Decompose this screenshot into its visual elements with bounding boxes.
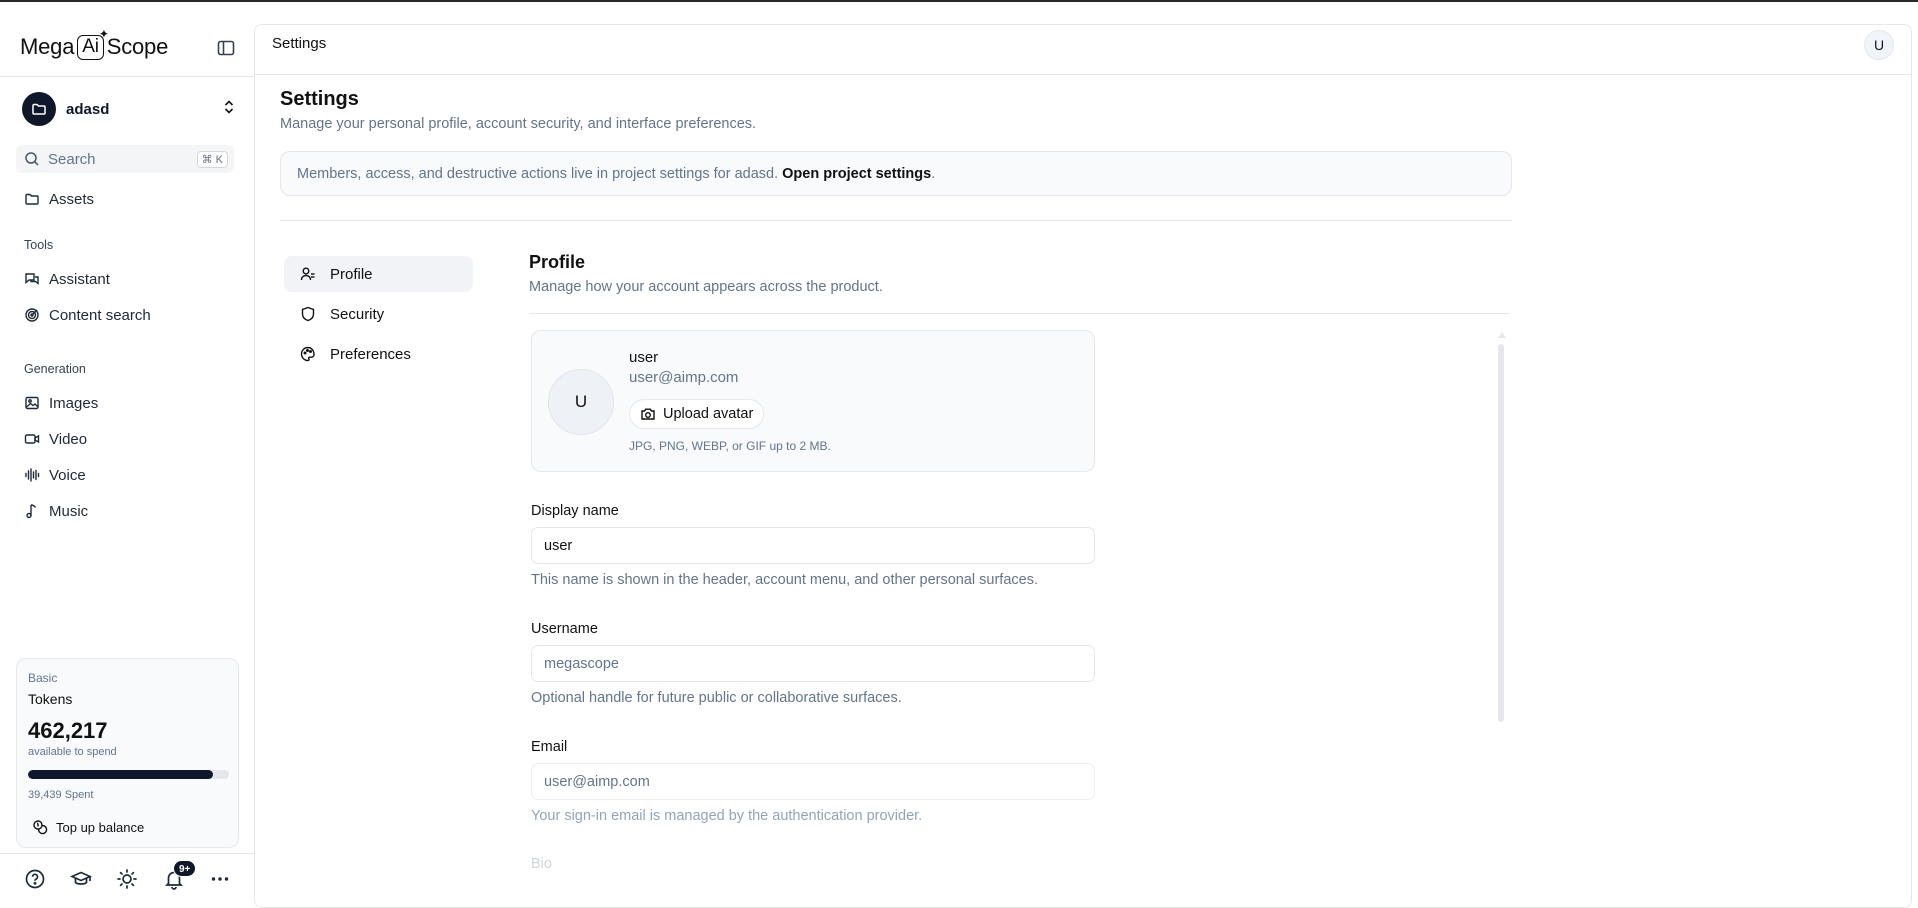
coins-icon [33, 820, 48, 835]
section-subtitle: Manage how your account appears across t… [529, 279, 883, 295]
tab-label: Preferences [330, 345, 411, 363]
sidebar-item-assistant[interactable]: Assistant [24, 267, 110, 291]
project-settings-banner: Members, access, and destructive actions… [280, 151, 1512, 196]
email-label: Email [531, 739, 568, 755]
scrollbar[interactable] [1498, 344, 1504, 722]
content-divider [280, 220, 1512, 221]
tab-preferences[interactable]: Preferences [284, 336, 473, 372]
radar-icon [25, 308, 39, 322]
topbar-divider [255, 74, 1911, 75]
sidebar-item-label: Video [49, 430, 88, 448]
sidebar-item-music[interactable]: Music [24, 499, 88, 523]
upload-avatar-label: Upload avatar [663, 406, 754, 422]
shield-icon [301, 306, 315, 322]
sidebar-item-label: Images [49, 394, 99, 412]
sidebar-toggle-icon[interactable] [216, 38, 236, 58]
search-icon [25, 152, 39, 166]
sidebar-item-label: Voice [49, 466, 86, 484]
graduation-cap-icon[interactable] [69, 868, 94, 892]
sidebar-item-content-search[interactable]: Content search [24, 303, 151, 327]
profile-name: user [629, 349, 659, 366]
email-help: Your sign-in email is managed by the aut… [531, 808, 923, 824]
page-subtitle: Manage your personal profile, account se… [280, 116, 757, 132]
user-icon [300, 267, 315, 281]
token-balance-card: Basic Tokens 462,217 available to spend … [16, 658, 239, 848]
tab-profile[interactable]: Profile [284, 256, 473, 292]
sidebar-item-label: Assets [49, 190, 95, 208]
banner-end: . [931, 165, 936, 182]
sidebar-item-voice[interactable]: Voice [24, 463, 86, 487]
bio-label: Bio [531, 856, 552, 868]
tools-section-label: Tools [24, 238, 54, 252]
camera-icon [641, 408, 655, 420]
image-icon [25, 396, 39, 410]
email-field[interactable] [531, 763, 1095, 800]
folder-icon [22, 92, 56, 126]
upload-hint: JPG, PNG, WEBP, or GIF up to 2 MB. [629, 439, 831, 453]
search-input[interactable]: Search ⌘ K [16, 145, 234, 173]
open-project-settings-link[interactable]: Open project settings [782, 166, 931, 182]
sidebar-item-label: Music [49, 502, 89, 520]
music-note-icon [26, 504, 37, 519]
display-name-label: Display name [531, 503, 619, 519]
chat-icon [25, 273, 39, 285]
sidebar: Mega Ai ✦ Scope adasd Search ⌘ K Assets … [0, 4, 254, 908]
tokens-value: 462,217 [28, 718, 108, 743]
scroll-up-arrow[interactable] [1498, 332, 1506, 338]
sidebar-bottom-divider [0, 853, 254, 854]
profile-avatar: U [548, 369, 614, 435]
tab-security[interactable]: Security [284, 296, 473, 332]
sidebar-item-video[interactable]: Video [24, 427, 87, 451]
notification-badge: 9+ [173, 860, 197, 877]
top-up-balance-button[interactable]: Top up balance [29, 815, 144, 839]
section-divider [529, 313, 1509, 314]
tokens-progress-bar [28, 770, 229, 779]
logo-ai-box: Ai ✦ [77, 27, 109, 60]
top-up-label: Top up balance [56, 819, 145, 835]
avatar[interactable]: U [1864, 30, 1894, 60]
sidebar-item-label: Assistant [49, 270, 110, 288]
tab-label: Profile [330, 265, 373, 283]
palette-icon [300, 346, 315, 362]
tokens-available-label: available to spend [28, 746, 117, 758]
app-logo[interactable]: Mega Ai ✦ Scope [20, 27, 169, 60]
sidebar-item-assets[interactable]: Assets [24, 187, 94, 211]
project-name: adasd [66, 100, 110, 118]
tab-label: Security [330, 305, 385, 323]
chevron-up-down-icon [222, 99, 236, 120]
username-help: Optional handle for future public or col… [531, 690, 902, 706]
folder-icon [25, 193, 39, 205]
logo-text-ai: Ai [82, 36, 99, 57]
tokens-label: Tokens [28, 691, 73, 707]
sidebar-divider [0, 76, 254, 77]
video-icon [24, 434, 40, 444]
profile-email: user@aimp.com [629, 369, 739, 386]
breadcrumb: Settings [272, 35, 327, 52]
tokens-spent: 39,439 Spent [28, 789, 94, 801]
sidebar-item-label: Content search [49, 306, 151, 324]
search-shortcut: ⌘ K [196, 150, 228, 168]
tokens-progress-fill [28, 770, 213, 779]
username-label: Username [531, 621, 598, 637]
generation-section-label: Generation [24, 362, 86, 376]
sun-icon[interactable] [116, 868, 140, 892]
logo-text-mega: Mega [20, 34, 75, 59]
avatar-card: U user user@aimp.com Upload avatar JPG, … [531, 330, 1095, 472]
sparkle-icon: ✦ [98, 26, 109, 41]
more-horizontal-icon[interactable] [209, 868, 233, 892]
section-title: Profile [529, 252, 586, 272]
help-icon[interactable] [24, 868, 48, 892]
display-name-field[interactable] [531, 527, 1095, 564]
plan-name: Basic [28, 671, 58, 685]
logo-text-scope: Scope [106, 34, 169, 59]
upload-avatar-button[interactable]: Upload avatar [629, 399, 765, 429]
banner-text: Members, access, and destructive actions… [297, 165, 779, 182]
audio-wave-icon [25, 468, 40, 482]
sidebar-item-images[interactable]: Images [24, 391, 98, 415]
project-switcher[interactable]: adasd [22, 92, 236, 126]
page-title: Settings [280, 88, 359, 110]
username-field[interactable] [531, 645, 1095, 682]
search-placeholder: Search [48, 150, 96, 168]
display-name-help: This name is shown in the header, accoun… [531, 572, 1038, 588]
